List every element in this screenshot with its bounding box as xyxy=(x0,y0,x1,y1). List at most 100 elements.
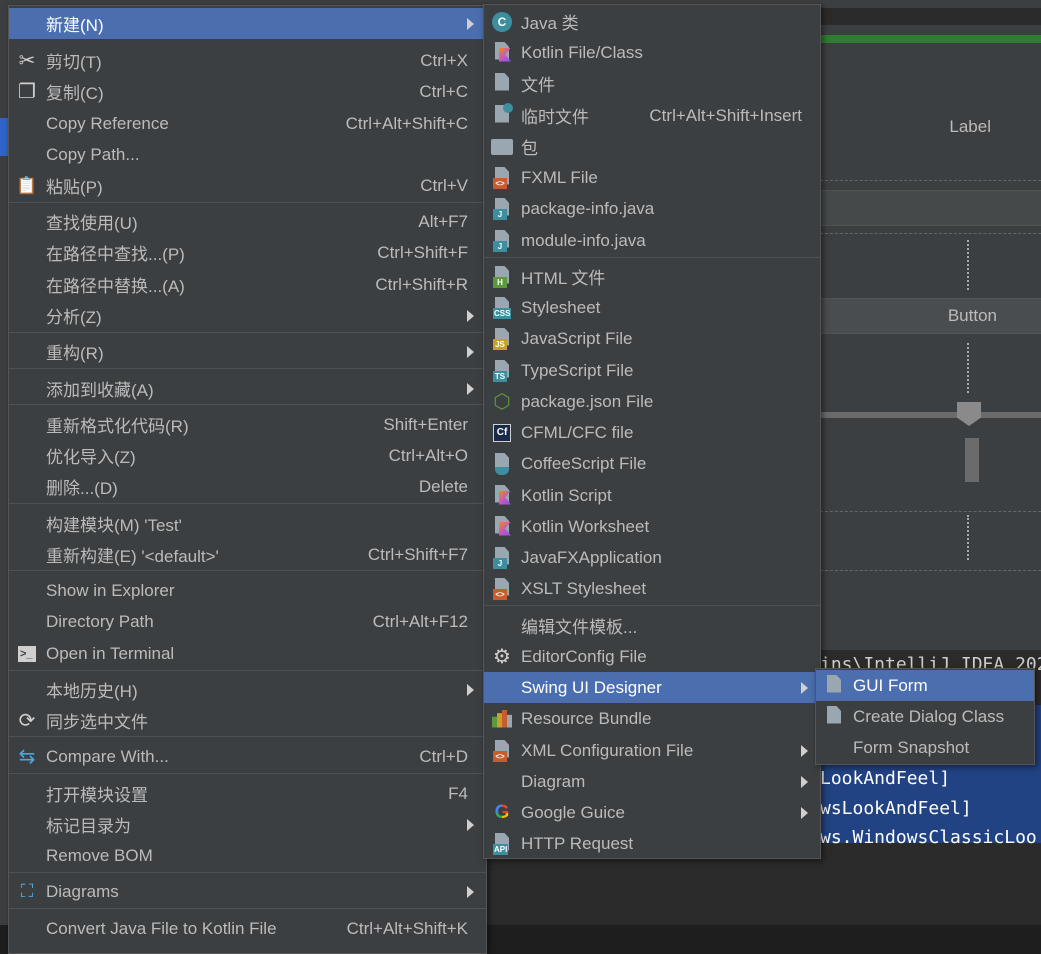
context-menu-item-copy-path[interactable]: Copy Path... xyxy=(9,139,486,170)
designer-scrollbar-component[interactable] xyxy=(965,438,979,482)
designer-vertical-spacer[interactable] xyxy=(967,515,969,560)
menu-item-label: 查找使用(U) xyxy=(46,214,138,233)
terminal-icon: >_ xyxy=(15,642,39,666)
designer-button-component[interactable]: Button xyxy=(820,298,1041,334)
new-menu-item-google-guice[interactable]: G Google Guice xyxy=(484,797,820,828)
context-menu-item-21[interactable]: ⟳ 同步选中文件 xyxy=(9,705,486,736)
context-menu-item-c[interactable]: ❐ 复制(C) Ctrl+C xyxy=(9,76,486,107)
menu-item-label: Kotlin File/Class xyxy=(521,42,643,62)
context-menu-item-show-in-explorer[interactable]: Show in Explorer xyxy=(9,575,486,606)
new-menu-item-19[interactable]: 编辑文件模板... xyxy=(484,610,820,641)
context-menu-item-e-default[interactable]: 重新构建(E) '<default>' Ctrl+Shift+F7 xyxy=(9,539,486,570)
menu-item-label: Google Guice xyxy=(521,802,625,822)
context-menu-item-compare-with[interactable]: ⇆ Compare With... Ctrl+D xyxy=(9,741,486,772)
designer-slider-thumb[interactable] xyxy=(957,402,981,426)
menu-item-label: module-info.java xyxy=(521,230,646,250)
menu-item-label: Diagram xyxy=(521,771,586,791)
context-menu-item-m-test[interactable]: 构建模块(M) 'Test' xyxy=(9,508,486,539)
menu-separator xyxy=(9,670,486,671)
context-menu-item-d[interactable]: 删除...(D) Delete xyxy=(9,471,486,502)
new-menu-item-module-info-java[interactable]: Jmodule-info.java xyxy=(484,225,820,256)
new-menu-item-java[interactable]: C Java 类 xyxy=(484,6,820,37)
context-menu-item-a[interactable]: 添加到收藏(A) xyxy=(9,373,486,404)
context-menu-item-r[interactable]: 重构(R) xyxy=(9,336,486,367)
new-menu-item-diagram[interactable]: Diagram xyxy=(484,766,820,797)
designer-slider-track[interactable] xyxy=(820,412,1041,418)
new-menu-item-cfml-cfc-file[interactable]: Cf CFML/CFC file xyxy=(484,417,820,448)
package-icon xyxy=(490,135,514,159)
context-menu-item-r[interactable]: 重新格式化代码(R) Shift+Enter xyxy=(9,409,486,440)
menu-item-label: Swing UI Designer xyxy=(521,677,662,697)
new-menu-item-4[interactable]: 包 xyxy=(484,131,820,162)
menu-item-label: 在路径中查找...(P) xyxy=(46,245,185,264)
compare-icon: ⇆ xyxy=(18,746,36,768)
menu-item-label: 重新格式化代码(R) xyxy=(46,417,189,436)
form-designer-canvas: Label Button xyxy=(820,25,1041,650)
context-menu-item-convert-java-file-to-kotlin-file[interactable]: Convert Java File to Kotlin File Ctrl+Alt… xyxy=(9,913,486,944)
new-menu-item-kotlin-worksheet[interactable]: Kotlin Worksheet xyxy=(484,511,820,542)
designer-textfield-component[interactable] xyxy=(820,190,1041,226)
menu-item-shortcut: F4 xyxy=(448,783,468,803)
context-menu-item-remove-bom[interactable]: Remove BOM xyxy=(9,840,486,871)
new-menu-item-html[interactable]: H HTML 文件 xyxy=(484,261,820,292)
context-menu-item-a[interactable]: 在路径中替换...(A) Ctrl+Shift+R xyxy=(9,269,486,300)
chevron-right-icon xyxy=(467,382,474,395)
new-submenu: C Java 类 Kotlin File/Class 文件 临时文件 Ctrl+Alt+S… xyxy=(483,4,821,859)
new-menu-item-editorconfig-file[interactable]: ⚙ EditorConfig File xyxy=(484,641,820,672)
menu-item-shortcut: Ctrl+Alt+F12 xyxy=(372,611,468,631)
kotlin-file-icon xyxy=(490,41,514,65)
context-menu-item-z[interactable]: 优化导入(Z) Ctrl+Alt+O xyxy=(9,440,486,471)
gear-icon: ⚙ xyxy=(493,646,511,668)
new-menu-item-xml-configuration-file[interactable]: <> XML Configuration File xyxy=(484,735,820,766)
context-menu-item-t[interactable]: ✂ 剪切(T) Ctrl+X xyxy=(9,45,486,76)
context-menu-item-24[interactable]: 标记目录为 xyxy=(9,809,486,840)
new-menu-item-kotlin-script[interactable]: Kotlin Script xyxy=(484,480,820,511)
designer-vertical-spacer[interactable] xyxy=(967,240,969,290)
new-menu-item-package-json-file[interactable]: ⬡ package.json File xyxy=(484,386,820,417)
new-menu-item-kotlin-file-class[interactable]: Kotlin File/Class xyxy=(484,37,820,68)
context-menu-item-diagrams[interactable]: ⛶ Diagrams xyxy=(9,876,486,907)
context-menu-item-n[interactable]: 新建(N) xyxy=(9,8,486,39)
new-menu-item-stylesheet[interactable]: CSS Stylesheet xyxy=(484,292,820,323)
sync-icon: ⟳ xyxy=(18,710,36,732)
menu-item-label: 标记目录为 xyxy=(46,817,131,836)
new-menu-item-javafxapplication[interactable]: J JavaFXApplication xyxy=(484,542,820,573)
menu-item-label: Convert Java File to Kotlin File xyxy=(46,918,277,938)
new-menu-item-http-request[interactable]: API HTTP Request xyxy=(484,828,820,859)
designer-vertical-spacer[interactable] xyxy=(967,343,969,393)
new-menu-item-resource-bundle[interactable]: Resource Bundle xyxy=(484,703,820,734)
new-menu-item-3[interactable]: 临时文件 Ctrl+Alt+Shift+Insert xyxy=(484,100,820,131)
console-line: ws.WindowsClassicLoo xyxy=(820,827,1037,848)
swing-menu-item-gui-form[interactable]: GUI Form xyxy=(816,670,1034,701)
swing-menu-item-create-dialog-class[interactable]: Create Dialog Class xyxy=(816,701,1034,732)
context-menu-item-23[interactable]: 打开模块设置 F4 xyxy=(9,778,486,809)
new-menu-item-xslt-stylesheet[interactable]: <> XSLT Stylesheet xyxy=(484,573,820,604)
menu-item-shortcut: Ctrl+Alt+O xyxy=(388,445,468,465)
new-menu-item-javascript-file[interactable]: JS JavaScript File xyxy=(484,323,820,354)
new-menu-item-typescript-file[interactable]: TS TypeScript File xyxy=(484,355,820,386)
new-menu-item-2[interactable]: 文件 xyxy=(484,68,820,99)
context-menu-item-open-in-terminal[interactable]: >_ Open in Terminal xyxy=(9,638,486,669)
html-file-icon: H xyxy=(490,265,514,289)
context-menu-item-p[interactable]: 在路径中查找...(P) Ctrl+Shift+F xyxy=(9,237,486,268)
new-menu-item-swing-ui-designer[interactable]: Swing UI Designer xyxy=(484,672,820,703)
context-menu-item-copy-reference[interactable]: Copy Reference Ctrl+Alt+Shift+C xyxy=(9,108,486,139)
designer-label-component[interactable]: Label xyxy=(820,117,1041,137)
copy-icon: ❐ xyxy=(18,81,36,103)
context-menu-item-h[interactable]: 本地历史(H) xyxy=(9,674,486,705)
context-menu-item-z[interactable]: 分析(Z) xyxy=(9,300,486,331)
context-menu-item-directory-path[interactable]: Directory Path Ctrl+Alt+F12 xyxy=(9,606,486,637)
google-icon: G xyxy=(494,801,510,823)
menu-item-label: GUI Form xyxy=(853,675,928,695)
menu-separator xyxy=(9,872,486,873)
menu-item-label: EditorConfig File xyxy=(521,646,647,666)
new-menu-item-fxml-file[interactable]: <> FXML File xyxy=(484,162,820,193)
context-menu-item-p[interactable]: 📋 粘贴(P) Ctrl+V xyxy=(9,170,486,201)
menu-item-label: XML Configuration File xyxy=(521,740,694,760)
swing-menu-item-form-snapshot[interactable]: Form Snapshot xyxy=(816,732,1034,763)
new-menu-item-package-info-java[interactable]: Jpackage-info.java xyxy=(484,193,820,224)
menu-item-shortcut: Ctrl+Shift+F7 xyxy=(367,544,468,564)
menu-separator xyxy=(9,404,486,405)
new-menu-item-coffeescript-file[interactable]: CoffeeScript File xyxy=(484,448,820,479)
context-menu-item-u[interactable]: 查找使用(U) Alt+F7 xyxy=(9,206,486,237)
